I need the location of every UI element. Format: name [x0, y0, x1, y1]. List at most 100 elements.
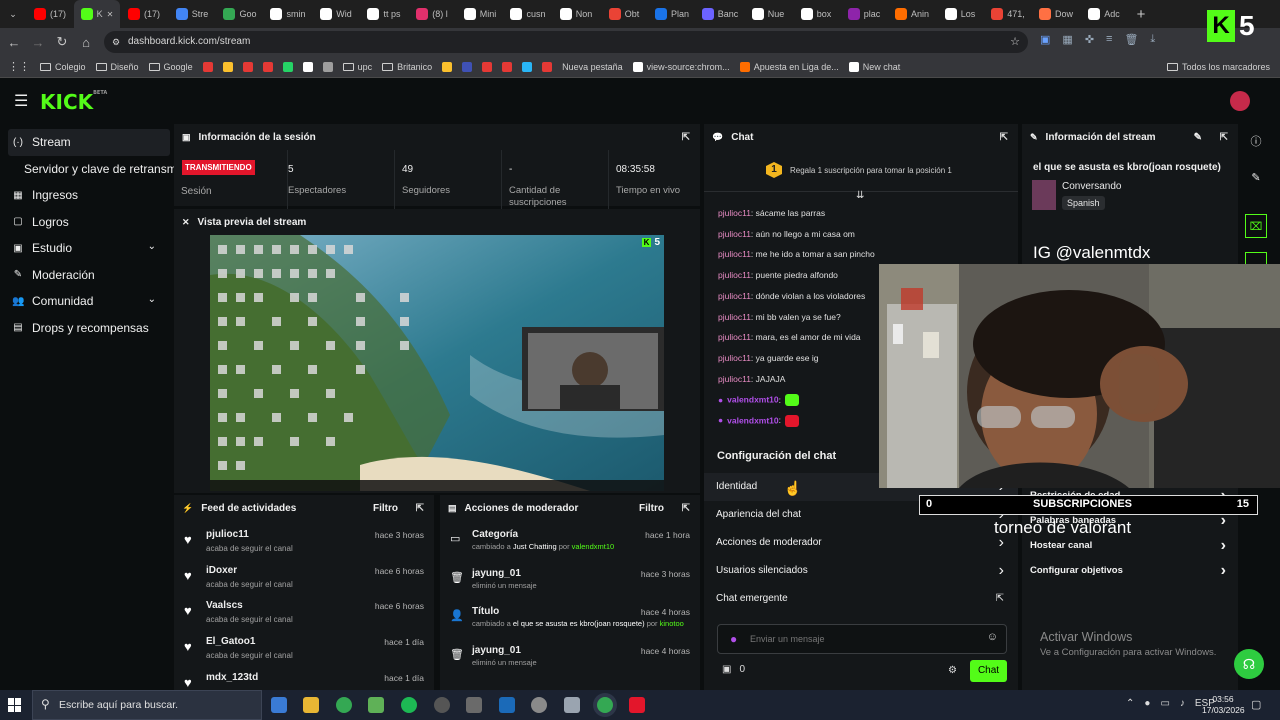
chat-message[interactable]: ● valendxmt10: — [718, 415, 800, 427]
activity-row[interactable]: ♥ El_Gatoo1 acaba de seguir el canal hace 1… — [174, 634, 434, 670]
chat-username[interactable]: valendxmt10 — [727, 395, 779, 405]
chat-username[interactable]: pjulioc11 — [718, 291, 751, 301]
browser-tab[interactable]: (8) l — [408, 0, 456, 28]
chat-settings-icon[interactable]: ⚙ — [948, 665, 957, 676]
activity-user[interactable]: El_Gatoo1 — [206, 636, 255, 647]
sidebar-item[interactable]: 👥 Comunidad ⌄ — [0, 288, 172, 315]
modaction-row[interactable]: 🗑 jayung_01 eliminó un mensaje hace 3 horas — [440, 566, 700, 602]
browser-tab[interactable]: Wid — [312, 0, 360, 28]
edit-icon[interactable]: ✎ — [1194, 132, 1202, 143]
new-tab-button[interactable]: + — [1128, 6, 1154, 23]
browser-tab[interactable]: Non — [552, 0, 600, 28]
chat-message[interactable]: pjulioc11: mara, es el amor de mi vida — [718, 332, 861, 342]
bookmark-item[interactable]: Colegio — [40, 62, 86, 72]
browser-tab[interactable]: Nue — [744, 0, 792, 28]
reload-icon[interactable]: ↻ — [50, 34, 74, 50]
kick-logo[interactable]: KICKBETA — [40, 90, 107, 114]
modactions-filter-button[interactable]: Filtro — [639, 503, 664, 514]
bookmark-item[interactable] — [262, 61, 273, 72]
browser-tab[interactable]: Banc — [696, 0, 744, 28]
modaction-user[interactable]: kinotoo — [660, 619, 684, 628]
bookmark-item[interactable]: New chat — [848, 61, 900, 72]
bookmark-item[interactable] — [282, 61, 293, 72]
browser-tab[interactable]: box — [792, 0, 840, 28]
chevron-down-icon[interactable]: ⌄ — [148, 241, 156, 252]
browser-tab[interactable]: plac — [840, 0, 888, 28]
chat-points[interactable]: ▣ 0 — [722, 664, 745, 675]
browser-tab[interactable]: Obt — [600, 0, 648, 28]
category-name[interactable]: Conversando — [1062, 181, 1121, 192]
collapse-icon[interactable]: ⇊ — [856, 190, 864, 201]
bookmark-item[interactable] — [202, 61, 213, 72]
chat-message[interactable]: pjulioc11: me he ido a tomar a san pinch… — [718, 249, 875, 259]
sidebar-item[interactable]: (·) Stream — [8, 129, 170, 156]
puzzle-icon[interactable]: ✜ — [1085, 33, 1094, 51]
activity-row[interactable]: ♥ Vaalscs acaba de seguir el canal hace 6 h… — [174, 598, 434, 634]
chevron-down-icon[interactable]: ⌄ — [148, 294, 156, 305]
activity-row[interactable]: ♥ iDoxer acaba de seguir el canal hace 6 ho… — [174, 563, 434, 599]
home-icon[interactable]: ⌂ — [74, 35, 98, 50]
sidebar-item[interactable]: ▣ Estudio ⌄ — [0, 235, 172, 262]
extension-icon[interactable]: ▦ — [1062, 33, 1072, 51]
windows-start-icon[interactable] — [8, 698, 22, 712]
bookmark-item[interactable]: Google — [148, 62, 193, 72]
browser-tab[interactable]: Anin — [888, 0, 936, 28]
browser-tab[interactable]: (17) — [120, 0, 168, 28]
menu-icon[interactable]: ☰ — [14, 91, 28, 111]
media-icon[interactable]: ≡ — [1106, 33, 1112, 51]
emoji-icon[interactable]: ☺ — [987, 631, 998, 643]
app-icon[interactable] — [629, 697, 645, 713]
network-icon[interactable]: ▭ — [1160, 698, 1169, 709]
browser-tab[interactable]: Los — [936, 0, 984, 28]
bookmark-item[interactable] — [442, 61, 453, 72]
chat-message[interactable]: pjulioc11: ya guarde ese ig — [718, 353, 819, 363]
notification-icon[interactable]: ▢ — [1251, 698, 1261, 711]
bookmark-item[interactable]: Britanico — [382, 62, 432, 72]
chat-username[interactable]: pjulioc11 — [718, 353, 751, 363]
tab-search-icon[interactable]: ⌄ — [0, 9, 26, 20]
chrome-active-icon[interactable] — [597, 697, 613, 713]
chat-message[interactable]: ● valendxmt10: — [718, 394, 800, 407]
chat-message[interactable]: pjulioc11: JAJAJA — [718, 374, 785, 384]
activity-user[interactable]: Vaalscs — [206, 600, 243, 611]
site-info-icon[interactable]: ⚙ — [112, 31, 120, 53]
popout-icon[interactable]: ⇱ — [1000, 132, 1008, 143]
clip-icon[interactable]: ⌧ — [1245, 214, 1267, 238]
browser-tab[interactable]: cusn — [504, 0, 552, 28]
app-icon[interactable] — [466, 697, 482, 713]
app-icon[interactable] — [368, 697, 384, 713]
pinned-gift-bar[interactable]: 1 Regala 1 suscripción para tomar la pos… — [704, 152, 1018, 201]
info-icon[interactable]: ⓘ — [1242, 128, 1270, 154]
browser-tab[interactable]: Goo — [216, 0, 264, 28]
bookmark-item[interactable] — [222, 61, 233, 72]
chat-message[interactable]: pjulioc11: sácame las parras — [718, 208, 825, 218]
app-icon[interactable] — [564, 697, 580, 713]
clock[interactable]: 03:56 17/03/2026 — [1202, 694, 1245, 716]
stream-preview-video[interactable]: K 5 — [210, 235, 664, 491]
bookmark-item[interactable]: upc — [342, 62, 372, 72]
chat-username[interactable]: pjulioc11 — [718, 208, 751, 218]
browser-tab[interactable]: Dow — [1032, 0, 1080, 28]
download-icon[interactable]: ⤓ — [1150, 33, 1155, 51]
sidebar-item[interactable]: ✎ Moderación — [0, 262, 172, 289]
browser-tab[interactable]: K ✕ — [74, 0, 120, 28]
activity-row[interactable]: ♥ mdx_123td hace 1 día — [174, 670, 434, 690]
apps-icon[interactable]: ⋮⋮ — [8, 60, 30, 73]
bookmark-item[interactable] — [482, 61, 493, 72]
chat-input-box[interactable]: ● ☺ — [717, 624, 1007, 654]
chat-config-item[interactable]: Chat emergente ⇱ — [704, 585, 1018, 613]
bookmark-item[interactable] — [242, 61, 253, 72]
steam-icon[interactable] — [499, 697, 515, 713]
support-headset-icon[interactable]: ☊ — [1234, 649, 1264, 679]
bookmark-star-icon[interactable]: ☆ — [1010, 31, 1020, 53]
browser-tab[interactable]: Stre — [168, 0, 216, 28]
popout-icon[interactable]: ⇱ — [682, 503, 690, 514]
bookmark-item[interactable] — [522, 61, 533, 72]
bookmark-item[interactable] — [542, 61, 553, 72]
chat-message[interactable]: pjulioc11: puente piedra alfondo — [718, 270, 838, 280]
sidebar-item[interactable]: ▦ Ingresos — [0, 182, 172, 209]
send-chat-button[interactable]: Chat — [970, 660, 1007, 682]
edit-pen-icon[interactable]: ✎ — [1242, 164, 1270, 190]
taskbar-search-box[interactable]: ⚲ Escribe aquí para buscar. — [32, 690, 262, 720]
chat-username[interactable]: pjulioc11 — [718, 374, 751, 384]
